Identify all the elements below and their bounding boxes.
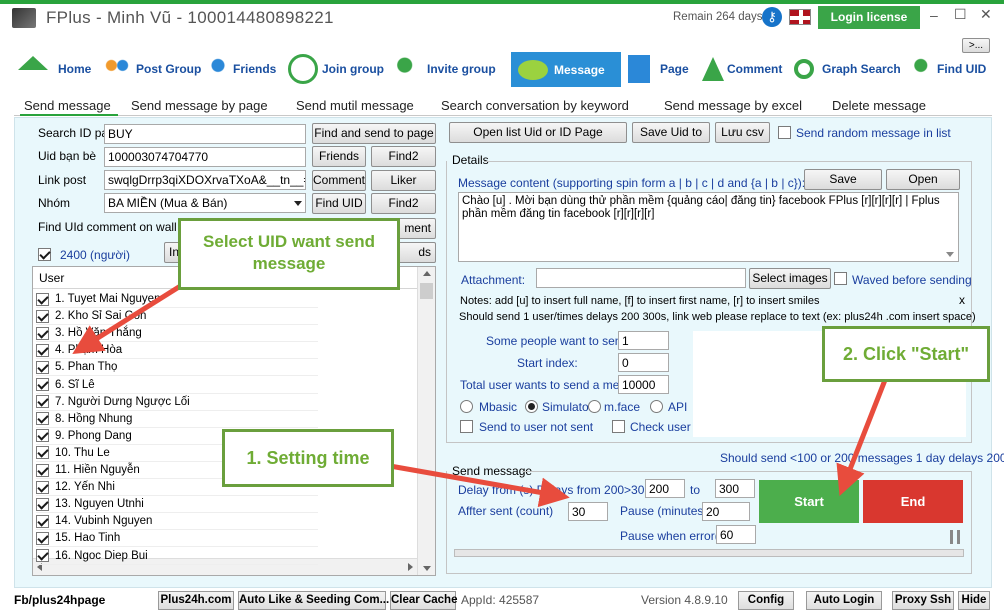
callout-click-start: 2. Click "Start"	[822, 326, 990, 382]
autolike-button[interactable]: Auto Like & Seeding Com...	[238, 591, 389, 610]
arrow-to-delay	[389, 463, 570, 508]
annotation-arrows	[72, 277, 888, 508]
version-label: Version 4.8.9.10	[641, 593, 728, 607]
callout-setting-time: 1. Setting time	[222, 429, 394, 487]
config-button[interactable]: Config	[738, 591, 794, 610]
auto-login-button[interactable]: Auto Login	[806, 591, 882, 610]
arrow-to-user-list	[72, 277, 192, 354]
hide-button[interactable]: Hide	[958, 591, 990, 610]
callout-select-uid-text: Select UID want send message	[203, 232, 375, 273]
plus24h-button[interactable]: Plus24h.com	[158, 591, 234, 610]
clear-cache-button[interactable]: Clear Cache	[390, 591, 457, 610]
fb-page-label[interactable]: Fb/plus24hpage	[14, 593, 105, 607]
callout-select-uid: Select UID want send message	[178, 218, 400, 290]
arrow-to-start	[836, 379, 888, 496]
callout-click-start-text: 2. Click "Start"	[842, 344, 970, 364]
callout-setting-time-text: 1. Setting time	[246, 448, 370, 468]
proxy-ssh-button[interactable]: Proxy Ssh	[892, 591, 954, 610]
appid-label: AppId: 425587	[461, 593, 540, 607]
